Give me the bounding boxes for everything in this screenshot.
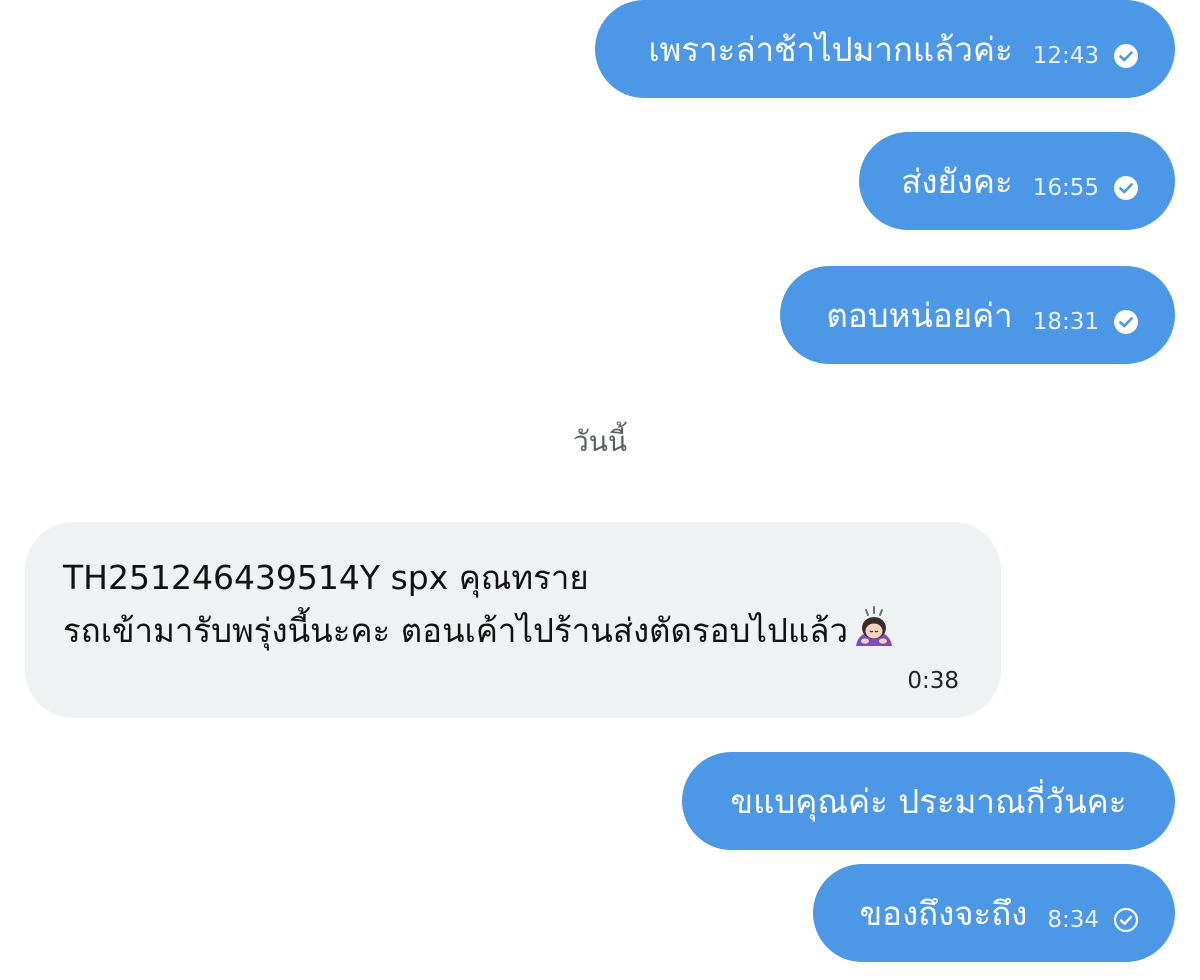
message-line-with-emoji: รถเข้ามารับพรุ่งนี้นะคะ ตอนเค้าไปร้านส่ง… [63, 604, 961, 657]
outgoing-message[interactable]: ตอบหน่อยค่า 18:31 [780, 266, 1175, 364]
message-time: 16:55 [1032, 175, 1099, 201]
incoming-message[interactable]: TH251246439514Y spx คุณทราย รถเข้ามารับพ… [25, 522, 1001, 718]
message-text: ส่งยังคะ [901, 161, 1013, 201]
message-meta: 8:34 [1047, 907, 1139, 933]
outgoing-message[interactable]: ส่งยังคะ 16:55 [859, 132, 1175, 230]
outgoing-message[interactable]: เพราะล่าช้าไปมากแล้วค่ะ 12:43 [595, 0, 1175, 98]
read-check-icon [1114, 176, 1138, 200]
message-text: ขแบคุณค่ะ ประมาณกี่วันคะ [730, 781, 1127, 821]
message-time: 18:31 [1032, 309, 1099, 335]
message-line: รถเข้ามารับพรุ่งนี้นะคะ ตอนเค้าไปร้านส่ง… [63, 611, 848, 650]
message-text: เพราะล่าช้าไปมากแล้วค่ะ [648, 29, 1013, 69]
outgoing-message[interactable]: ขแบคุณค่ะ ประมาณกี่วันคะ [682, 752, 1175, 850]
message-line: TH251246439514Y spx คุณทราย [63, 558, 589, 597]
bowing-woman-emoji-icon [855, 606, 892, 646]
outgoing-message[interactable]: ของถึงจะถึง 8:34 [813, 864, 1175, 962]
read-check-icon [1114, 44, 1138, 68]
read-check-icon [1114, 310, 1138, 334]
sent-check-icon [1113, 907, 1139, 933]
message-text: ตอบหน่อยค่า [826, 295, 1013, 335]
message-meta: 18:31 [1033, 309, 1139, 335]
message-text: ของถึงจะถึง [859, 893, 1028, 933]
date-separator: วันนี้ [572, 425, 627, 458]
message-meta: 16:55 [1033, 175, 1139, 201]
message-time: 12:43 [1032, 43, 1099, 69]
message-meta: 12:43 [1033, 43, 1139, 69]
message-time: 8:34 [1047, 907, 1099, 933]
message-time: 0:38 [907, 668, 959, 694]
